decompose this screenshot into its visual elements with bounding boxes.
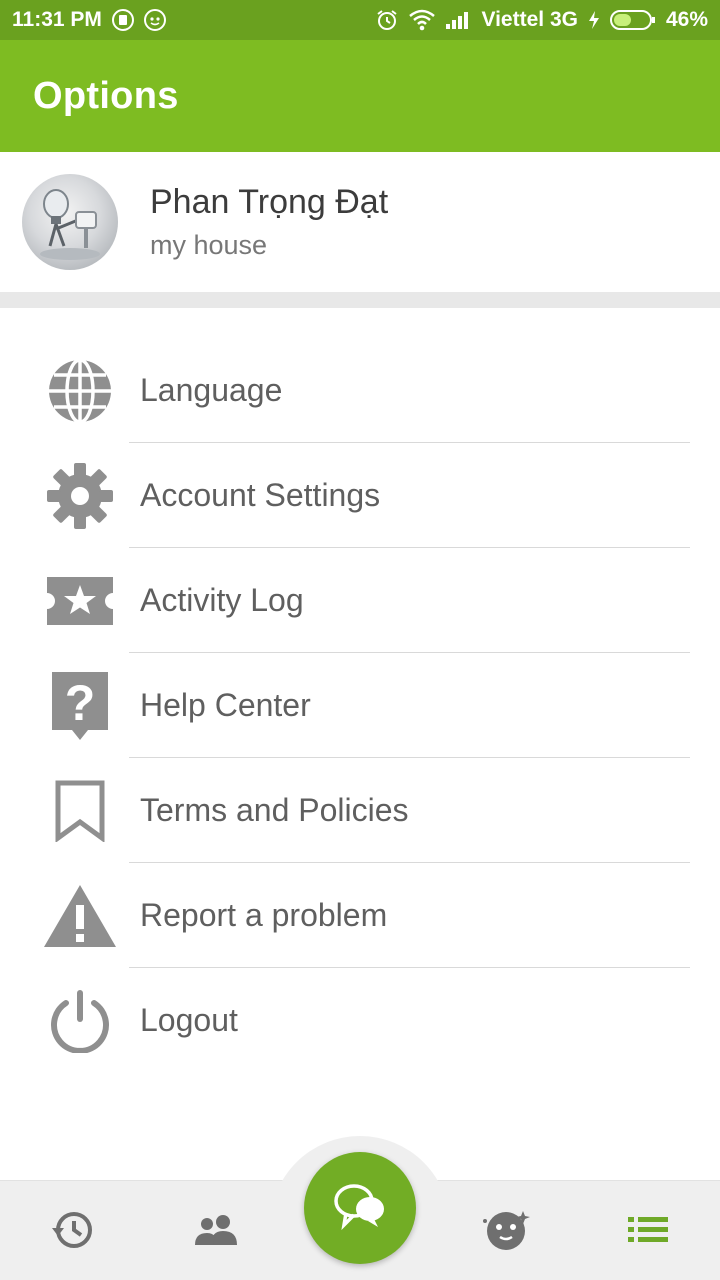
profile-name: Phan Trọng Đạt xyxy=(150,183,389,221)
ticket-star-icon xyxy=(40,561,120,641)
battery-icon xyxy=(609,9,656,31)
gear-icon xyxy=(40,456,120,536)
menu-item-label: Activity Log xyxy=(140,582,304,618)
section-divider xyxy=(0,292,720,308)
avatar[interactable] xyxy=(22,174,118,270)
profile-card[interactable]: Phan Trọng Đạt my house xyxy=(0,152,720,292)
carrier-label: Viettel 3G xyxy=(481,8,578,31)
power-icon xyxy=(40,981,120,1061)
signal-icon xyxy=(445,10,471,30)
mascot-face-icon[interactable] xyxy=(466,1190,546,1270)
history-icon[interactable] xyxy=(32,1190,112,1270)
menu-item-report-problem[interactable]: Report a problem xyxy=(0,863,720,968)
menu-item-label: Help Center xyxy=(140,687,311,723)
menu-item-account-settings[interactable]: Account Settings xyxy=(0,443,720,548)
charging-icon xyxy=(588,10,600,30)
svg-text:?: ? xyxy=(65,675,96,731)
status-time: 11:31 PM xyxy=(12,8,102,31)
menu-item-terms-and-policies[interactable]: Terms and Policies xyxy=(0,758,720,863)
alarm-icon xyxy=(375,8,399,32)
menu-item-logout[interactable]: Logout xyxy=(0,968,720,1073)
profile-subtitle: my house xyxy=(150,230,268,260)
menu-item-label: Account Settings xyxy=(140,477,381,513)
wifi-icon xyxy=(409,9,436,31)
avatar-image xyxy=(40,189,100,260)
status-bar: 11:31 PM Viettel 3G 46% xyxy=(0,0,720,40)
battery-percent: 46% xyxy=(665,8,708,31)
page-title: Options xyxy=(33,74,179,117)
warning-icon xyxy=(40,876,120,956)
menu-item-language[interactable]: Language xyxy=(0,338,720,443)
chat-fab-button[interactable] xyxy=(304,1152,416,1264)
menu-item-help-center[interactable]: ? Help Center xyxy=(0,653,720,758)
menu-item-label: Logout xyxy=(140,1002,238,1038)
chat-bubbles-icon xyxy=(332,1181,388,1236)
bookmark-icon xyxy=(40,771,120,851)
options-menu: Language Account Settings Activity Log ?… xyxy=(0,338,720,1073)
menu-item-activity-log[interactable]: Activity Log xyxy=(0,548,720,653)
app-bar: Options xyxy=(0,40,720,152)
menu-item-label: Report a problem xyxy=(140,897,388,933)
android-notification-icon xyxy=(111,9,134,31)
friends-icon[interactable] xyxy=(176,1190,256,1270)
menu-item-label: Terms and Policies xyxy=(140,792,409,828)
menu-item-label: Language xyxy=(140,372,283,408)
globe-icon xyxy=(40,351,120,431)
list-menu-icon[interactable] xyxy=(608,1190,688,1270)
help-bubble-icon: ? xyxy=(40,666,120,746)
android-face-icon xyxy=(143,9,166,31)
